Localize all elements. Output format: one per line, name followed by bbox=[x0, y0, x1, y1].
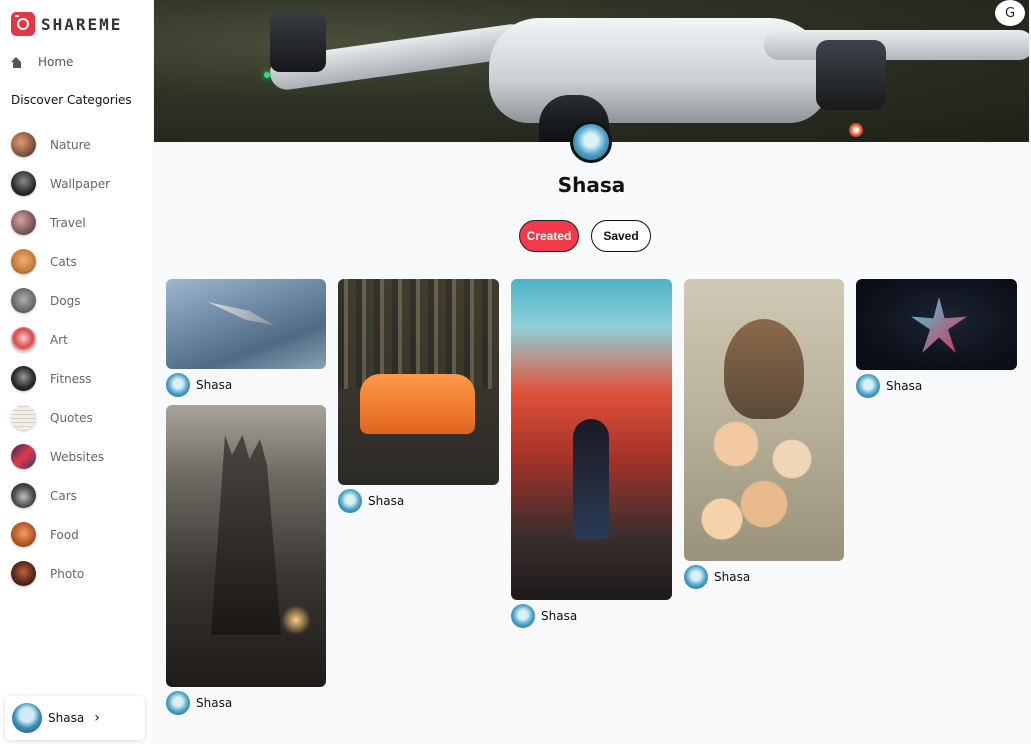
profile-name: Shasa bbox=[557, 173, 626, 197]
tab-saved[interactable]: Saved bbox=[591, 220, 651, 252]
sidebar-item-label: Quotes bbox=[50, 410, 93, 425]
category-thumbnail bbox=[11, 522, 36, 547]
pin-card[interactable]: Shasa bbox=[684, 279, 844, 589]
sidebar-item-home[interactable]: Home bbox=[11, 53, 73, 71]
sidebar: SHAREME Home Discover Categories Nature … bbox=[0, 0, 154, 744]
pin-image[interactable] bbox=[684, 279, 844, 561]
profile-avatar bbox=[570, 121, 612, 163]
sidebar-item-wallpaper[interactable]: Wallpaper bbox=[11, 164, 151, 203]
sidebar-item-cats[interactable]: Cats bbox=[11, 242, 151, 281]
pin-image[interactable] bbox=[856, 279, 1017, 370]
sidebar-item-art[interactable]: Art bbox=[11, 320, 151, 359]
sidebar-item-label: Cats bbox=[50, 254, 77, 269]
sidebar-item-travel[interactable]: Travel bbox=[11, 203, 151, 242]
logo-text: SHAREME bbox=[41, 14, 123, 34]
category-list: Nature Wallpaper Travel Cats Dogs Art Fi… bbox=[11, 125, 151, 593]
pin-card[interactable]: Shasa bbox=[856, 279, 1017, 398]
sidebar-item-dogs[interactable]: Dogs bbox=[11, 281, 151, 320]
pin-author-name: Shasa bbox=[714, 570, 751, 584]
google-icon: G bbox=[1004, 5, 1016, 21]
avatar bbox=[684, 565, 708, 589]
google-logout-button[interactable]: G bbox=[995, 0, 1025, 26]
home-icon bbox=[11, 56, 22, 68]
avatar bbox=[511, 604, 535, 628]
pin-card[interactable]: Shasa bbox=[166, 279, 326, 397]
pin-image[interactable] bbox=[511, 279, 672, 600]
category-thumbnail bbox=[11, 444, 36, 469]
category-thumbnail bbox=[11, 327, 36, 352]
sidebar-item-nature[interactable]: Nature bbox=[11, 125, 151, 164]
avatar bbox=[166, 691, 190, 715]
pin-author-name: Shasa bbox=[541, 609, 578, 623]
category-thumbnail bbox=[11, 132, 36, 157]
category-thumbnail bbox=[11, 483, 36, 508]
tab-created[interactable]: Created bbox=[519, 220, 579, 252]
sidebar-item-photo[interactable]: Photo bbox=[11, 554, 151, 593]
pin-author[interactable]: Shasa bbox=[856, 374, 1017, 398]
avatar bbox=[856, 374, 880, 398]
avatar bbox=[12, 703, 42, 733]
category-thumbnail bbox=[11, 171, 36, 196]
pin-author[interactable]: Shasa bbox=[684, 565, 844, 589]
avatar bbox=[166, 373, 190, 397]
pin-image[interactable] bbox=[338, 279, 499, 485]
pin-author[interactable]: Shasa bbox=[511, 604, 672, 628]
sidebar-item-cars[interactable]: Cars bbox=[11, 476, 151, 515]
sidebar-item-label: Photo bbox=[50, 566, 85, 581]
sidebar-item-fitness[interactable]: Fitness bbox=[11, 359, 151, 398]
sidebar-item-label: Wallpaper bbox=[50, 176, 111, 191]
pin-image[interactable] bbox=[166, 405, 326, 687]
logo[interactable]: SHAREME bbox=[11, 12, 122, 36]
sidebar-item-label: Travel bbox=[50, 215, 86, 230]
pin-author-name: Shasa bbox=[196, 378, 233, 392]
pin-author-name: Shasa bbox=[886, 379, 923, 393]
sidebar-item-label: Cars bbox=[50, 488, 77, 503]
avatar bbox=[338, 489, 362, 513]
category-thumbnail bbox=[11, 210, 36, 235]
user-profile-link[interactable]: Shasa › bbox=[5, 696, 145, 740]
sidebar-item-label: Fitness bbox=[50, 371, 92, 386]
sidebar-item-websites[interactable]: Websites bbox=[11, 437, 151, 476]
pin-author[interactable]: Shasa bbox=[166, 691, 326, 715]
camera-logo-icon bbox=[11, 12, 35, 36]
pin-author-name: Shasa bbox=[196, 696, 233, 710]
pin-author-name: Shasa bbox=[368, 494, 405, 508]
sidebar-item-label: Dogs bbox=[50, 293, 81, 308]
category-thumbnail bbox=[11, 561, 36, 586]
pin-author[interactable]: Shasa bbox=[338, 489, 499, 513]
sidebar-item-label: Art bbox=[50, 332, 68, 347]
sidebar-item-quotes[interactable]: Quotes bbox=[11, 398, 151, 437]
sidebar-item-food[interactable]: Food bbox=[11, 515, 151, 554]
chevron-right-icon: › bbox=[94, 710, 100, 726]
category-thumbnail bbox=[11, 288, 36, 313]
categories-heading: Discover Categories bbox=[11, 93, 132, 107]
category-thumbnail bbox=[11, 405, 36, 430]
pin-card[interactable]: Shasa bbox=[511, 279, 672, 628]
pin-image[interactable] bbox=[166, 279, 326, 369]
sidebar-item-label: Nature bbox=[50, 137, 91, 152]
pin-card[interactable]: Shasa bbox=[338, 279, 499, 513]
sidebar-item-label: Websites bbox=[50, 449, 105, 464]
pin-card[interactable]: Shasa bbox=[166, 405, 326, 715]
category-thumbnail bbox=[11, 366, 36, 391]
sidebar-item-label: Home bbox=[38, 55, 74, 69]
pin-author[interactable]: Shasa bbox=[166, 373, 326, 397]
main-content: G Shasa Created Saved Shasa Shasa Shasa … bbox=[154, 0, 1031, 744]
app: SHAREME Home Discover Categories Nature … bbox=[0, 0, 1031, 744]
user-name: Shasa bbox=[48, 711, 85, 725]
sidebar-item-label: Food bbox=[50, 527, 79, 542]
category-thumbnail bbox=[11, 249, 36, 274]
